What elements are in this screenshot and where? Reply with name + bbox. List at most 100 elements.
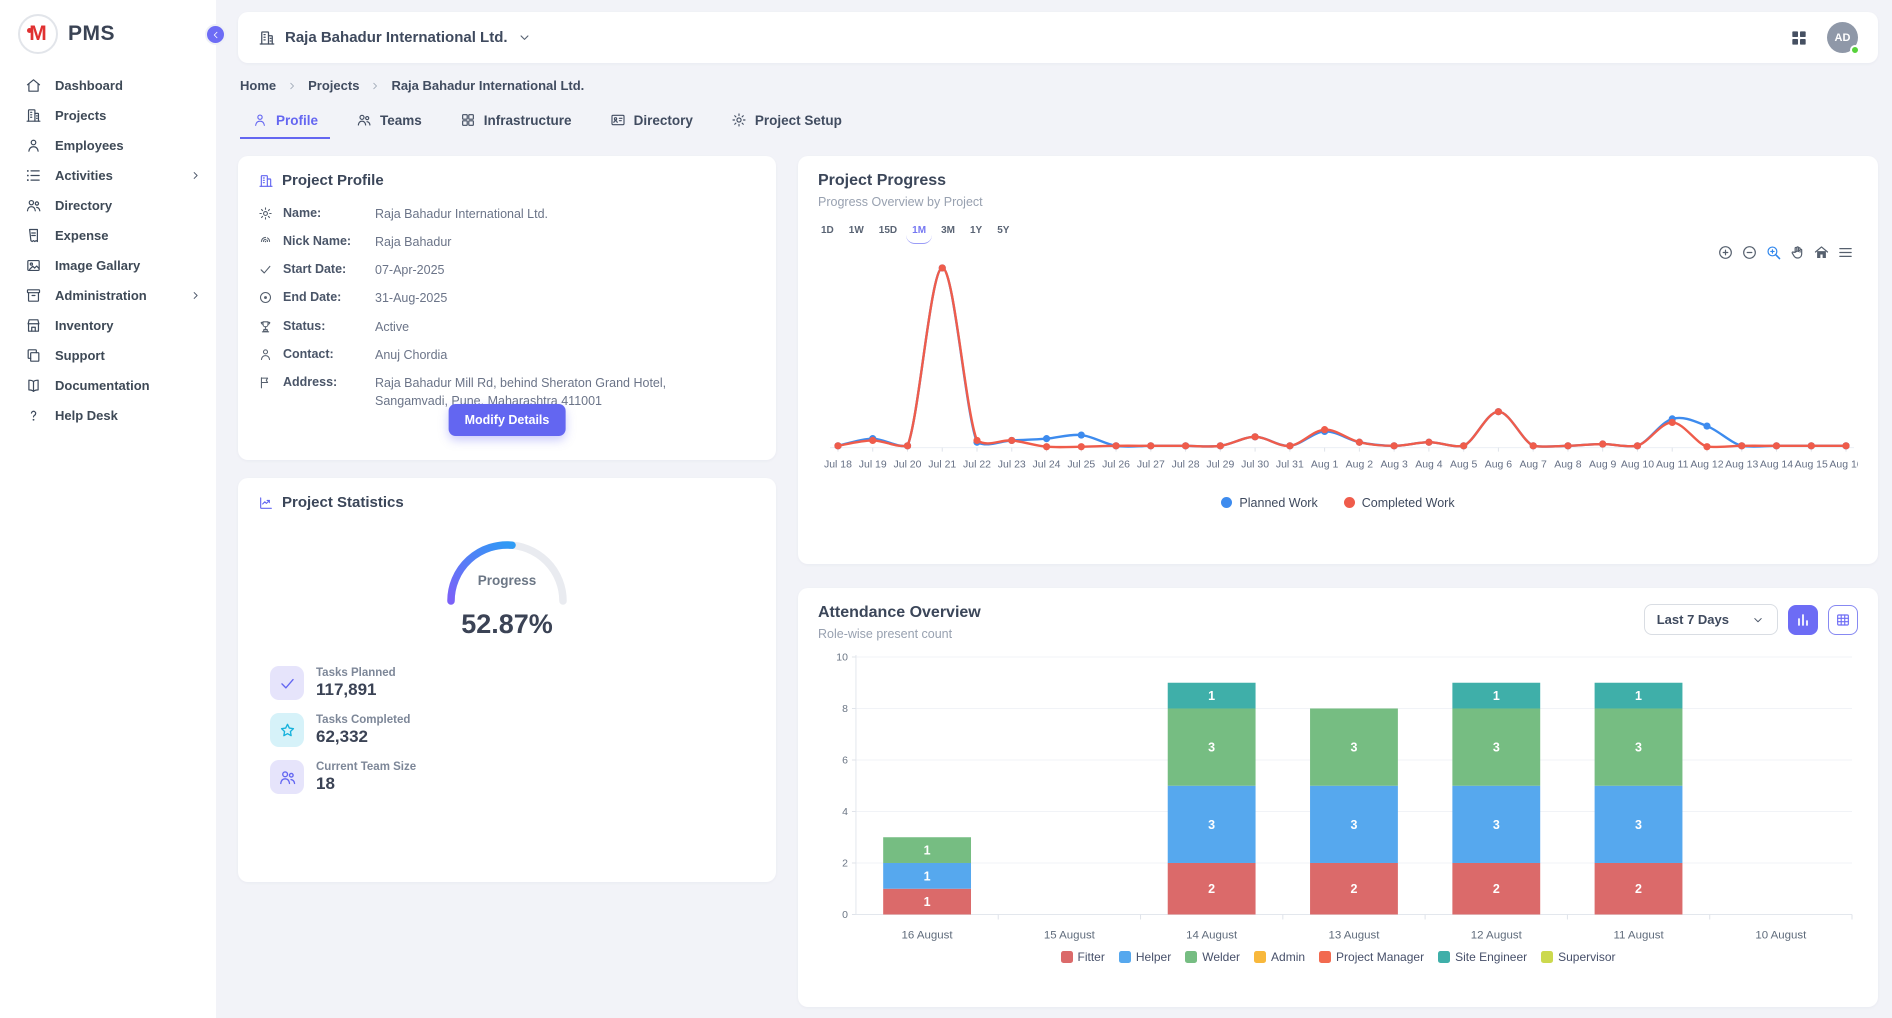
y-axis-label: 6	[842, 755, 848, 766]
avatar[interactable]: AD	[1827, 22, 1858, 53]
x-axis-label: Jul 29	[1206, 460, 1234, 471]
store-icon	[25, 317, 42, 334]
legend-label: Welder	[1202, 950, 1240, 964]
legend-item-fitter[interactable]: Fitter	[1061, 950, 1105, 964]
x-axis-label: Jul 20	[894, 460, 922, 471]
record-icon	[258, 290, 273, 305]
sidebar-item-expense[interactable]: Expense	[0, 220, 216, 250]
tab-directory[interactable]: Directory	[598, 106, 705, 139]
topbar: Raja Bahadur International Ltd. AD	[238, 12, 1878, 63]
legend-label: Fitter	[1078, 950, 1105, 964]
attendance-range-value: Last 7 Days	[1657, 612, 1729, 627]
home-icon[interactable]	[1813, 244, 1830, 261]
attendance-title: Attendance Overview	[818, 604, 981, 622]
apps-grid-icon[interactable]	[1789, 28, 1809, 48]
range-1y[interactable]: 1Y	[967, 223, 985, 238]
legend-item-planned-work[interactable]: Planned Work	[1221, 496, 1317, 510]
tab-teams[interactable]: Teams	[344, 106, 434, 139]
y-axis-label: 8	[842, 704, 848, 715]
sidebar-item-image-gallary[interactable]: Image Gallary	[0, 250, 216, 280]
sidebar-item-label: Expense	[55, 228, 202, 243]
data-point	[1390, 442, 1397, 449]
sidebar-item-activities[interactable]: Activities	[0, 160, 216, 190]
legend-item-helper[interactable]: Helper	[1119, 950, 1171, 964]
x-axis-label: Aug 1	[1311, 460, 1339, 471]
stat-item-current-team-size: Current Team Size18	[270, 760, 756, 794]
stat-value: 117,891	[316, 680, 396, 700]
series-line-0	[838, 268, 1846, 447]
chevron-down-icon	[517, 30, 532, 45]
profile-fields: Name:Raja Bahadur International Ltd.Nick…	[258, 205, 756, 410]
table-view-toggle[interactable]	[1828, 605, 1858, 635]
logo-m-icon: M	[18, 14, 58, 54]
modify-details-button[interactable]: Modify Details	[449, 404, 566, 436]
progress-chart-subtitle: Progress Overview by Project	[818, 195, 1858, 209]
x-axis-label: Aug 12	[1690, 460, 1723, 471]
range-1w[interactable]: 1W	[846, 223, 867, 238]
pan-icon[interactable]	[1789, 244, 1806, 261]
sidebar-item-support[interactable]: Support	[0, 340, 216, 370]
bar-value-label: 2	[1635, 882, 1642, 896]
tab-profile[interactable]: Profile	[240, 106, 330, 139]
progress-gauge: Progress 52.87%	[258, 521, 756, 640]
range-5y[interactable]: 5Y	[994, 223, 1012, 238]
zoom-out-icon[interactable]	[1741, 244, 1758, 261]
breadcrumb-item[interactable]: Home	[240, 78, 276, 93]
range-1m[interactable]: 1M	[909, 223, 929, 238]
x-axis-label: Aug 7	[1519, 460, 1547, 471]
stat-item-tasks-completed: Tasks Completed62,332	[270, 713, 756, 747]
legend-item-completed-work[interactable]: Completed Work	[1344, 496, 1455, 510]
bar-view-toggle[interactable]	[1788, 605, 1818, 635]
legend-item-supervisor[interactable]: Supervisor	[1541, 950, 1615, 964]
bar-chart-icon	[1795, 612, 1811, 628]
sidebar-item-inventory[interactable]: Inventory	[0, 310, 216, 340]
legend-dot	[1221, 497, 1232, 508]
x-axis-label: 10 August	[1755, 929, 1807, 941]
data-point	[1634, 442, 1641, 449]
legend-item-welder[interactable]: Welder	[1185, 950, 1240, 964]
sidebar-item-help-desk[interactable]: Help Desk	[0, 400, 216, 430]
legend-item-project-manager[interactable]: Project Manager	[1319, 950, 1424, 964]
sidebar-item-employees[interactable]: Employees	[0, 130, 216, 160]
x-axis-label: Aug 14	[1760, 460, 1793, 471]
sidebar-item-documentation[interactable]: Documentation	[0, 370, 216, 400]
range-1d[interactable]: 1D	[818, 223, 837, 238]
tab-infrastructure[interactable]: Infrastructure	[448, 106, 584, 139]
legend-item-admin[interactable]: Admin	[1254, 950, 1305, 964]
range-15d[interactable]: 15D	[876, 223, 900, 238]
sidebar-item-dashboard[interactable]: Dashboard	[0, 70, 216, 100]
selection-zoom-icon[interactable]	[1765, 244, 1782, 261]
x-axis-label: Jul 21	[928, 460, 956, 471]
sidebar-item-administration[interactable]: Administration	[0, 280, 216, 310]
home-icon	[25, 77, 42, 94]
sidebar-collapse-button[interactable]	[205, 24, 226, 45]
sidebar-item-directory[interactable]: Directory	[0, 190, 216, 220]
stat-list: Tasks Planned117,891 Tasks Completed62,33…	[258, 666, 756, 794]
check-icon	[270, 666, 304, 700]
app-logo[interactable]: M PMS	[0, 0, 216, 70]
breadcrumb-item[interactable]: Projects	[308, 78, 359, 93]
tab-project-setup[interactable]: Project Setup	[719, 106, 854, 139]
sidebar-item-label: Employees	[55, 138, 202, 153]
topbar-right: AD	[1789, 22, 1858, 53]
zoom-in-icon[interactable]	[1717, 244, 1734, 261]
legend-label: Project Manager	[1336, 950, 1424, 964]
legend-item-site-engineer[interactable]: Site Engineer	[1438, 950, 1527, 964]
project-progress-card: Project Progress Progress Overview by Pr…	[798, 156, 1878, 564]
bar-value-label: 3	[1208, 818, 1215, 832]
data-point	[1321, 426, 1328, 433]
range-3m[interactable]: 3M	[938, 223, 958, 238]
company-selector[interactable]: Raja Bahadur International Ltd.	[258, 29, 532, 47]
sidebar-item-label: Support	[55, 348, 202, 363]
stat-item-tasks-planned: Tasks Planned117,891	[270, 666, 756, 700]
sidebar-item-projects[interactable]: Projects	[0, 100, 216, 130]
sidebar-item-label: Directory	[55, 198, 202, 213]
menu-icon[interactable]	[1837, 244, 1854, 261]
attendance-range-select[interactable]: Last 7 Days	[1644, 604, 1778, 635]
sidebar-item-label: Documentation	[55, 378, 202, 393]
y-axis-label: 2	[842, 858, 848, 869]
profile-card-title: Project Profile	[282, 172, 384, 189]
data-point	[869, 437, 876, 444]
people-icon	[356, 112, 372, 128]
bar-value-label: 3	[1635, 818, 1642, 832]
